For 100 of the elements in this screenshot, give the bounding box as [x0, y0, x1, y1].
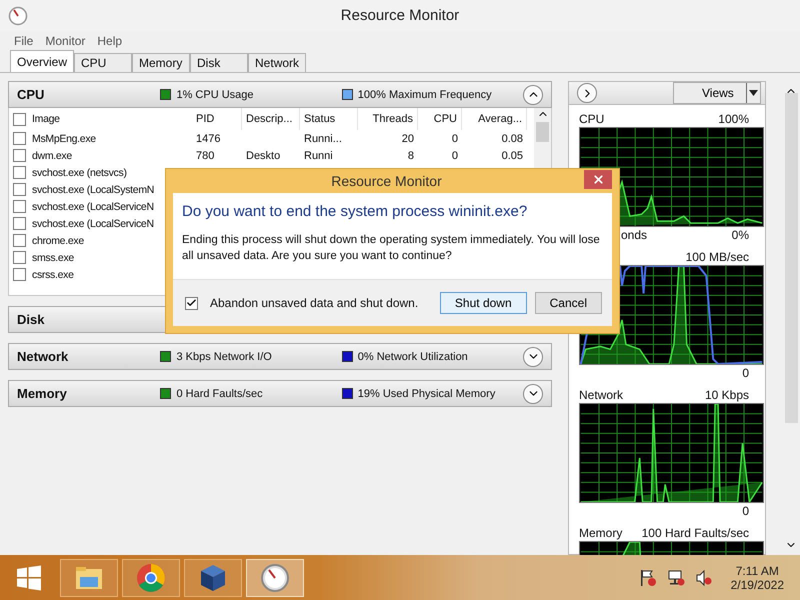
- table-cell: svchost.exe (LocalServiceN: [32, 218, 154, 230]
- checkbox[interactable]: [13, 251, 26, 264]
- tab[interactable]: Overview: [10, 50, 74, 72]
- gauge-icon: [8, 6, 28, 26]
- speaker-icon[interactable]: [694, 568, 713, 586]
- table-cell: dwm.exe: [32, 150, 72, 162]
- column-header[interactable]: PID: [192, 108, 242, 130]
- graph-max-label: 100 MB/sec: [686, 250, 749, 264]
- section-header[interactable]: Memory 0 Hard Faults/sec 19% Used Physical Memory: [8, 380, 552, 407]
- collapse-toggle[interactable]: [523, 346, 544, 366]
- checkbox[interactable]: [13, 200, 26, 213]
- dialog-heading: Do you want to end the system process wininit.exe?: [182, 203, 528, 220]
- table-cell-text: Runni: [303, 150, 334, 162]
- tab[interactable]: Memory: [132, 53, 190, 72]
- section-title: CPU: [17, 87, 46, 102]
- table-cell: svchost.exe (LocalSystemN: [32, 184, 154, 196]
- table-cell: smss.exe: [32, 252, 74, 264]
- section-title: Disk: [17, 312, 46, 327]
- table-cell: svchost.exe (LocalServiceN: [32, 200, 154, 212]
- scroll-thumb[interactable]: [784, 93, 798, 423]
- graph-max-label: 100 Hard Faults/sec: [642, 526, 749, 540]
- checkbox[interactable]: [13, 166, 26, 179]
- caret-icon: [749, 90, 758, 96]
- graph-time-label: onds: [621, 228, 648, 242]
- column-header[interactable]: CPU: [418, 108, 462, 130]
- table-cell: svchost.exe (netsvcs): [32, 166, 127, 178]
- column-header[interactable]: Descrip...: [242, 108, 300, 130]
- table-cell-text: Deskto: [245, 150, 282, 162]
- clock[interactable]: 7:11 AM 2/19/2022: [730, 564, 784, 592]
- graph-title: Memory: [579, 526, 622, 540]
- window-title: Resource Monitor: [340, 7, 460, 24]
- checkbox[interactable]: [13, 132, 26, 145]
- graph-title: Network: [579, 388, 624, 402]
- taskbar-app[interactable]: [246, 558, 304, 596]
- graph-max-label: 100%: [718, 112, 749, 126]
- folder-icon: [74, 564, 104, 590]
- collapse-toggle[interactable]: [523, 84, 544, 104]
- table-cell: chrome.exe: [32, 234, 84, 246]
- legend-label: 0% Network Utilization: [358, 350, 468, 362]
- graph-min-label: 0: [742, 504, 749, 518]
- scroll-thumb[interactable]: [536, 122, 549, 142]
- close-icon: [592, 172, 604, 186]
- tab[interactable]: Network: [248, 53, 306, 72]
- table-cell-text: 0: [450, 132, 459, 144]
- tab[interactable]: Disk: [190, 53, 248, 72]
- section-title: Memory: [17, 386, 68, 401]
- views-dropdown[interactable]: Views: [673, 82, 761, 104]
- section-header[interactable]: CPU 1% CPU Usage 100% Maximum Frequency: [8, 81, 552, 108]
- dialog-message: Ending this process will shut down the operating system immediately. You will lose all unsaved data. Are you sure you want to continue?: [182, 233, 601, 264]
- table-cell-text: 20: [400, 132, 415, 144]
- browser-icon: [136, 562, 166, 592]
- column-header[interactable]: Threads: [358, 108, 418, 130]
- gauge-icon: [260, 562, 290, 592]
- tab[interactable]: CPU: [74, 53, 132, 72]
- column-header[interactable]: Status: [300, 108, 358, 130]
- checkbox[interactable]: [13, 149, 26, 162]
- table-cell-text: 0: [450, 150, 459, 162]
- checkbox[interactable]: [13, 234, 26, 247]
- legend-label: 0 Hard Faults/sec: [176, 388, 263, 400]
- dialog-button[interactable]: Cancel: [534, 292, 602, 314]
- legend-label: 1% CPU Usage: [176, 88, 254, 100]
- checkbox[interactable]: [185, 296, 198, 310]
- table-cell-text: 0.08: [500, 132, 524, 144]
- legend-label: 19% Used Physical Memory: [358, 388, 496, 400]
- graph-min-label: 0: [742, 366, 749, 380]
- checkbox[interactable]: [13, 268, 26, 281]
- checkbox[interactable]: [13, 112, 26, 126]
- windows-logo-icon: [16, 564, 42, 590]
- clock-time: 7:11 AM: [736, 564, 779, 578]
- section-title: Network: [17, 349, 70, 364]
- table-cell-text: 0.05: [500, 150, 524, 162]
- menu-item[interactable]: File: [14, 34, 34, 48]
- taskbar-app[interactable]: [122, 558, 180, 596]
- collapse-toggle[interactable]: [523, 384, 544, 404]
- dialog-button[interactable]: Shut down: [440, 292, 527, 314]
- graph-min-label: 0%: [732, 228, 749, 242]
- legend-label: 3 Kbps Network I/O: [176, 350, 272, 362]
- expand-button[interactable]: [577, 83, 597, 103]
- menu-item[interactable]: Help: [97, 34, 122, 48]
- graph-title: CPU: [579, 112, 604, 126]
- table-cell: csrss.exe: [32, 268, 74, 280]
- graph-max-label: 10 Kbps: [704, 388, 749, 402]
- network-icon[interactable]: [666, 568, 685, 586]
- cube-icon: [198, 562, 228, 592]
- legend-label: 100% Maximum Frequency: [358, 88, 492, 100]
- dialog-title: Resource Monitor: [330, 173, 443, 189]
- close-button[interactable]: [584, 170, 612, 188]
- section-header[interactable]: Network 3 Kbps Network I/O 0% Network Utilization: [8, 343, 552, 370]
- flag-icon[interactable]: [638, 568, 657, 586]
- column-header[interactable]: Image: [32, 113, 60, 125]
- table-cell-text: Runni...: [303, 132, 343, 144]
- column-header[interactable]: Averag...: [462, 108, 527, 130]
- checkbox-label: Abandon unsaved data and shut down.: [210, 296, 418, 310]
- checkbox[interactable]: [13, 217, 26, 230]
- taskbar-app[interactable]: [184, 558, 242, 596]
- menu-item[interactable]: Monitor: [45, 34, 86, 48]
- clock-date: 2/19/2022: [730, 578, 784, 592]
- table-cell-text: 8: [406, 150, 415, 162]
- table-cell-text: 780: [195, 150, 216, 162]
- checkbox[interactable]: [13, 183, 26, 196]
